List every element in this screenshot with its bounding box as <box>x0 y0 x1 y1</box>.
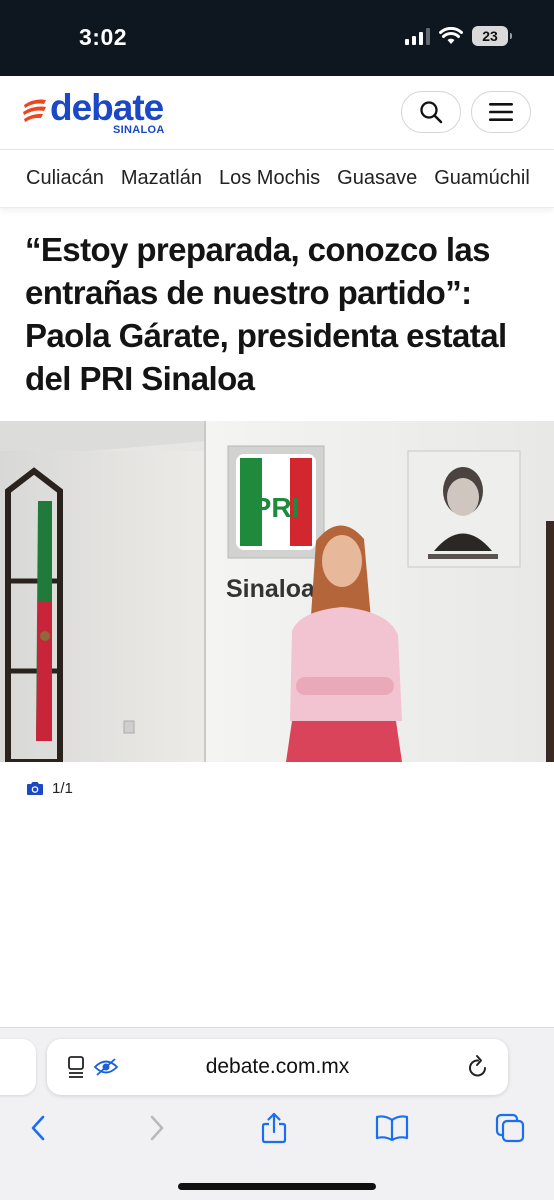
back-icon <box>31 1115 45 1141</box>
menu-button[interactable] <box>471 91 531 133</box>
back-button[interactable] <box>18 1108 58 1148</box>
forward-button[interactable] <box>137 1108 177 1148</box>
nav-city-guasave[interactable]: Guasave <box>337 167 417 190</box>
article-headline: “Estoy preparada, conozco las entrañas d… <box>25 231 507 397</box>
address-bar[interactable]: debate.com.mx <box>47 1039 508 1095</box>
status-bar: 3:02 23 <box>0 0 554 76</box>
battery-icon: 23 <box>472 26 512 46</box>
debate-logo[interactable]: debate SINALOA <box>22 88 182 140</box>
camera-icon <box>27 782 43 795</box>
reload-icon[interactable] <box>466 1054 490 1080</box>
tabs-button[interactable] <box>490 1108 530 1148</box>
nav-city-culiacan[interactable]: Culiacán <box>26 167 104 190</box>
svg-text:PRI: PRI <box>253 492 300 523</box>
photo-counter[interactable]: 1/1 <box>26 780 73 797</box>
hamburger-menu-icon <box>489 103 513 121</box>
status-time: 3:02 <box>79 24 128 50</box>
pri-logo: PRI <box>227 445 325 559</box>
cellular-signal-icon <box>405 27 430 45</box>
site-header: debate SINALOA <box>0 76 554 150</box>
city-nav: Culiacán Mazatlán Los Mochis Guasave Gua… <box>0 150 554 208</box>
photo-sinaloa-sign: Sinaloa <box>226 575 316 603</box>
share-button[interactable] <box>254 1108 294 1148</box>
bookmarks-icon <box>375 1115 409 1142</box>
previous-tab-preview[interactable] <box>0 1039 36 1095</box>
nav-city-guamuchil[interactable]: Guamúchil <box>434 167 530 190</box>
status-icons: 23 <box>405 26 512 46</box>
photo-count: 1/1 <box>52 780 73 797</box>
home-indicator[interactable] <box>178 1183 376 1190</box>
forward-icon <box>150 1115 164 1141</box>
tabs-icon <box>495 1113 525 1143</box>
browser-toolbar <box>0 1108 554 1152</box>
bookmarks-button[interactable] <box>372 1108 412 1148</box>
url-text: debate.com.mx <box>205 1055 350 1078</box>
nav-city-los-mochis[interactable]: Los Mochis <box>219 167 320 190</box>
search-button[interactable] <box>401 91 461 133</box>
portrait-plaque <box>407 450 521 568</box>
nav-city-mazatlan[interactable]: Mazatlán <box>121 167 202 190</box>
search-icon <box>420 101 443 124</box>
article-photo[interactable]: PRI Sinaloa <box>0 421 554 762</box>
share-icon <box>261 1112 287 1144</box>
wifi-icon <box>439 27 463 44</box>
logo-wordmark: debate <box>50 87 164 128</box>
debate-flame-icon <box>23 99 46 122</box>
logo-edition: SINALOA <box>113 124 165 136</box>
browser-bottom-bar: debate.com.mx <box>0 1027 554 1200</box>
